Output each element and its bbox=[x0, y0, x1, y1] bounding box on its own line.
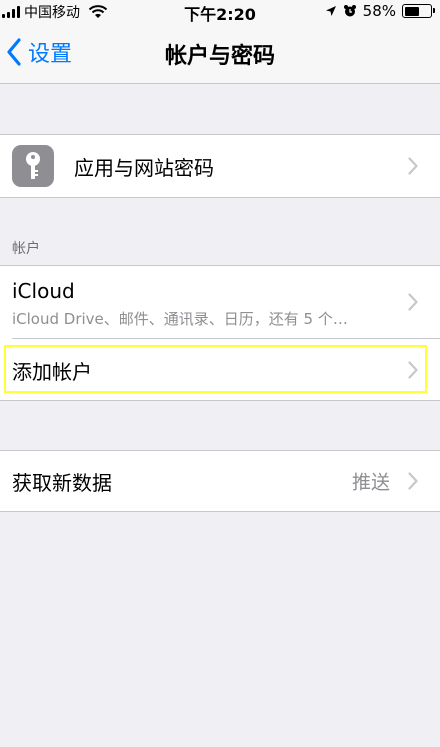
chevron-right-icon bbox=[408, 361, 418, 379]
battery-percent: 58% bbox=[362, 2, 396, 20]
key-icon bbox=[12, 145, 54, 187]
location-arrow-icon bbox=[325, 6, 336, 16]
chevron-right-icon bbox=[408, 157, 418, 175]
icloud-row[interactable]: iCloud iCloud Drive、邮件、通讯录、日历，还有 5 个… bbox=[0, 266, 440, 338]
accounts-section-header: 帐户 bbox=[12, 241, 40, 257]
icloud-title: iCloud bbox=[12, 279, 75, 303]
fetch-new-data-row[interactable]: 获取新数据 推送 bbox=[0, 451, 440, 511]
status-right: 58% bbox=[325, 2, 435, 20]
passwords-row[interactable]: 应用与网站密码 bbox=[0, 135, 440, 197]
navigation-bar: 设置 帐户与密码 bbox=[0, 22, 440, 84]
passwords-group: 应用与网站密码 bbox=[0, 134, 440, 198]
passwords-label: 应用与网站密码 bbox=[74, 155, 214, 180]
accounts-group: iCloud iCloud Drive、邮件、通讯录、日历，还有 5 个… 添加… bbox=[0, 265, 440, 401]
alarm-clock-icon bbox=[343, 5, 356, 17]
icloud-subtitle: iCloud Drive、邮件、通讯录、日历，还有 5 个… bbox=[12, 310, 348, 328]
fetch-new-data-label: 获取新数据 bbox=[12, 470, 112, 495]
battery-icon bbox=[402, 4, 435, 18]
chevron-right-icon bbox=[408, 472, 418, 490]
page-title: 帐户与密码 bbox=[164, 44, 275, 69]
add-account-label: 添加帐户 bbox=[12, 359, 92, 384]
fetch-group: 获取新数据 推送 bbox=[0, 450, 440, 512]
add-account-row[interactable]: 添加帐户 bbox=[0, 339, 440, 401]
battery-fill bbox=[404, 6, 419, 16]
fetch-new-data-value: 推送 bbox=[351, 471, 390, 494]
chevron-right-icon bbox=[408, 293, 418, 311]
status-bar: 中国移动 下午2:20 58% bbox=[0, 0, 440, 24]
